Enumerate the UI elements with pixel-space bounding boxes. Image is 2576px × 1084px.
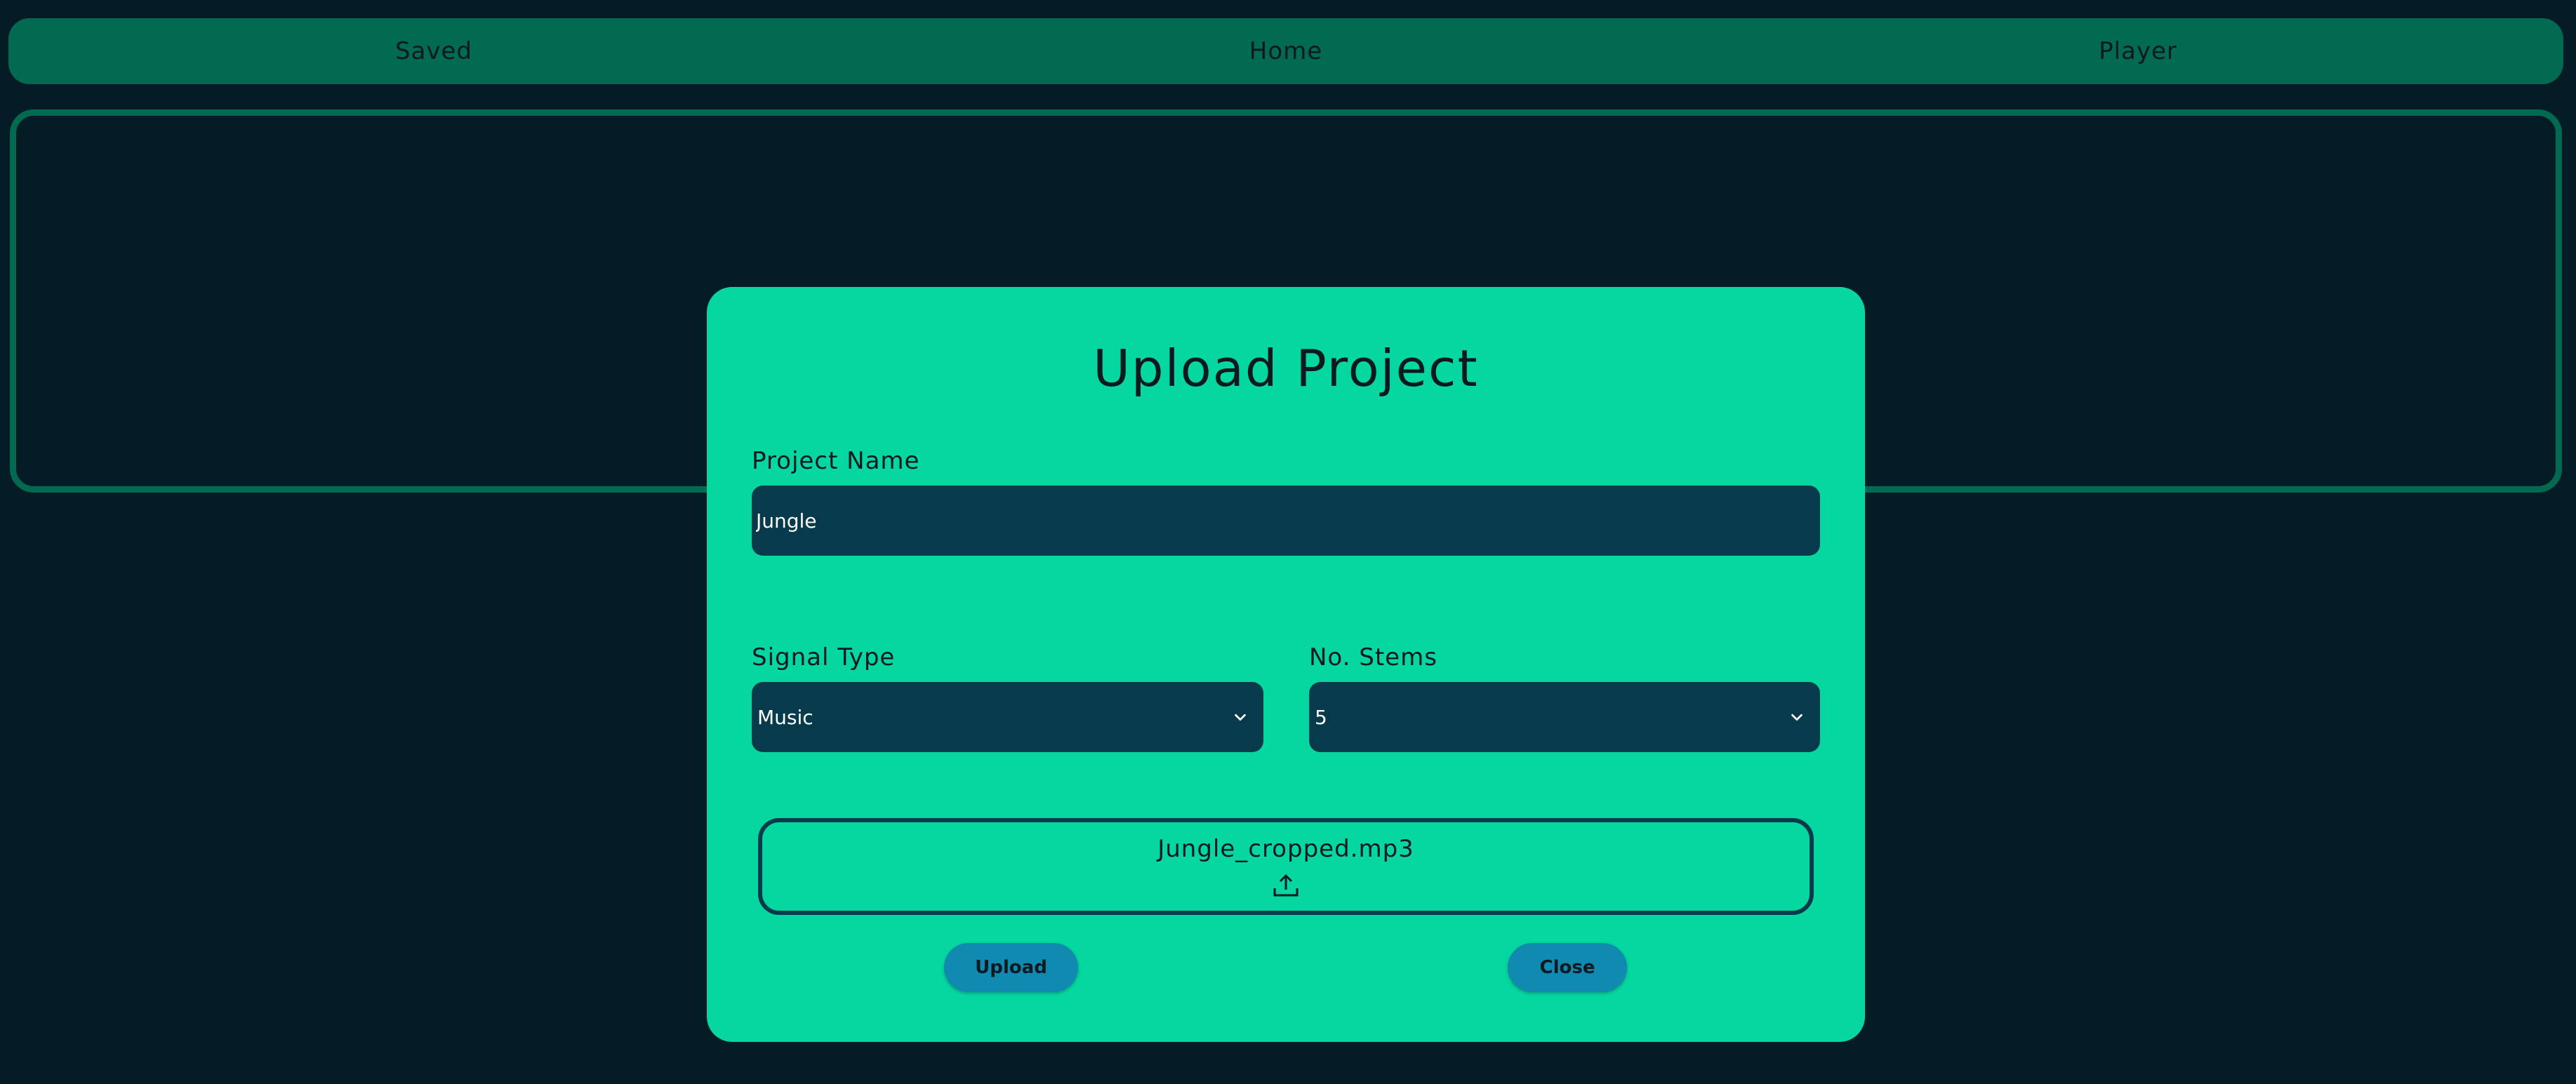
project-name-label: Project Name xyxy=(752,447,920,475)
upload-button[interactable]: Upload xyxy=(944,943,1078,992)
nav-item-home[interactable]: Home xyxy=(1249,18,1322,84)
close-button[interactable]: Close xyxy=(1508,943,1627,992)
num-stems-select[interactable]: 5 xyxy=(1309,682,1820,752)
signal-type-label: Signal Type xyxy=(752,643,896,671)
selected-filename: Jungle_cropped.mp3 xyxy=(1157,835,1414,863)
signal-type-value: Music xyxy=(757,705,814,729)
project-name-input[interactable] xyxy=(752,486,1820,556)
chevron-down-icon xyxy=(1235,714,1246,721)
num-stems-label: No. Stems xyxy=(1309,643,1438,671)
upload-project-modal: Upload Project Project Name Signal Type … xyxy=(707,287,1865,1042)
num-stems-value: 5 xyxy=(1315,705,1327,729)
top-navigation: Saved Home Player xyxy=(8,18,2563,84)
chevron-down-icon xyxy=(1791,714,1802,721)
nav-item-saved[interactable]: Saved xyxy=(395,18,472,84)
modal-title: Upload Project xyxy=(1093,339,1479,398)
nav-item-player[interactable]: Player xyxy=(2099,18,2177,84)
signal-type-select[interactable]: Music xyxy=(752,682,1263,752)
upload-icon xyxy=(1273,874,1299,897)
file-dropzone[interactable]: Jungle_cropped.mp3 xyxy=(758,818,1814,915)
